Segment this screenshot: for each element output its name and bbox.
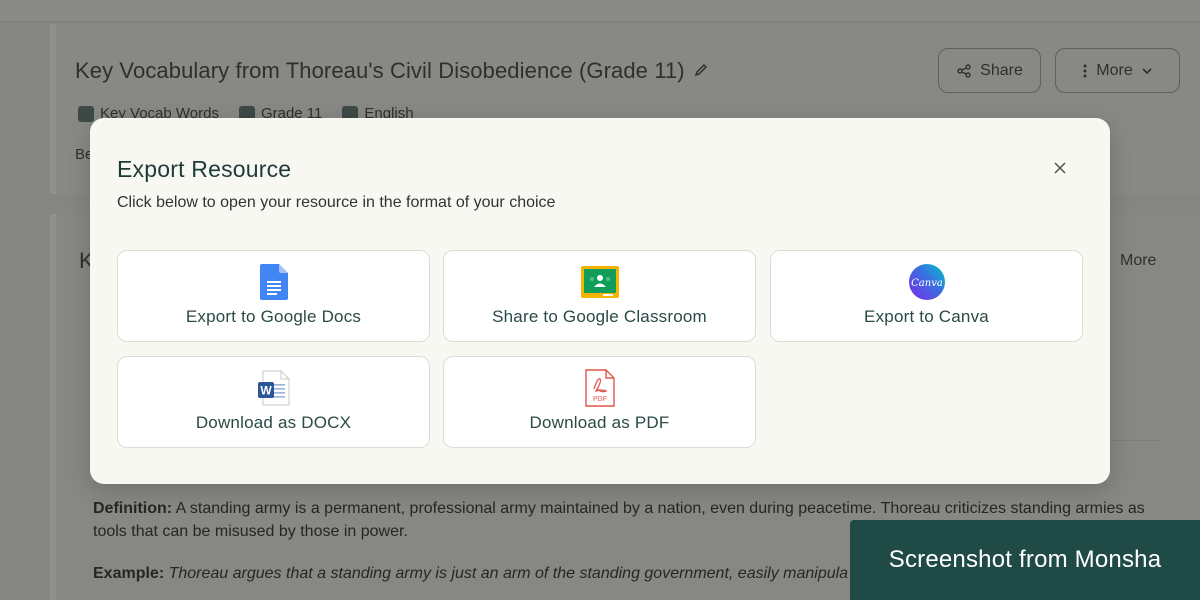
example-text: Thoreau argues that a standing army is j… [164,565,849,582]
share-google-classroom-button[interactable]: Share to Google Classroom [443,250,756,342]
share-icon [957,63,971,78]
pdf-icon-text: PDF [593,396,607,403]
content-more-button[interactable]: More [1120,252,1156,270]
export-resource-modal: Export Resource Click below to open your… [90,118,1110,484]
export-google-docs-label: Export to Google Docs [185,307,362,326]
modal-title: Export Resource [117,156,292,182]
share-label: Share [980,61,1023,79]
close-icon [1054,162,1066,174]
resource-title: Key Vocabulary from Thoreau's Civil Diso… [75,58,685,83]
share-google-classroom-label: Share to Google Classroom [492,307,707,326]
definition-label: Definition: [93,500,173,517]
divider [1110,440,1160,441]
example-paragraph: Example: Thoreau argues that a standing … [93,565,853,583]
example-label: Example: [93,565,165,582]
edit-pencil-icon[interactable] [693,62,709,78]
more-button[interactable]: More [1055,48,1180,93]
pdf-icon: PDF [581,369,619,407]
word-icon-letter: W [260,384,272,398]
canva-icon-text: Canva [911,278,943,289]
download-docx-button[interactable]: W Download as DOCX [117,356,430,448]
google-classroom-icon [580,264,619,300]
download-pdf-label: Download as PDF [529,413,670,432]
close-button[interactable] [1050,158,1070,178]
word-docx-icon: W [255,370,293,406]
grid-icon [78,105,94,122]
share-button[interactable]: Share [938,48,1041,93]
export-canva-button[interactable]: Canva Export to Canva [770,250,1083,342]
google-docs-icon [255,264,293,300]
more-label: More [1096,61,1133,79]
download-docx-label: Download as DOCX [195,413,352,432]
export-google-docs-button[interactable]: Export to Google Docs [117,250,430,342]
vertical-dots-icon [1083,64,1087,77]
chevron-down-icon [1142,67,1152,74]
modal-subtitle: Click below to open your resource in the… [117,194,556,211]
top-strip [0,0,1200,22]
watermark-banner: Screenshot from Monsha [850,520,1200,600]
download-pdf-button[interactable]: PDF Download as PDF [443,356,756,448]
export-canva-label: Export to Canva [864,307,989,326]
canva-icon: Canva [908,264,946,300]
